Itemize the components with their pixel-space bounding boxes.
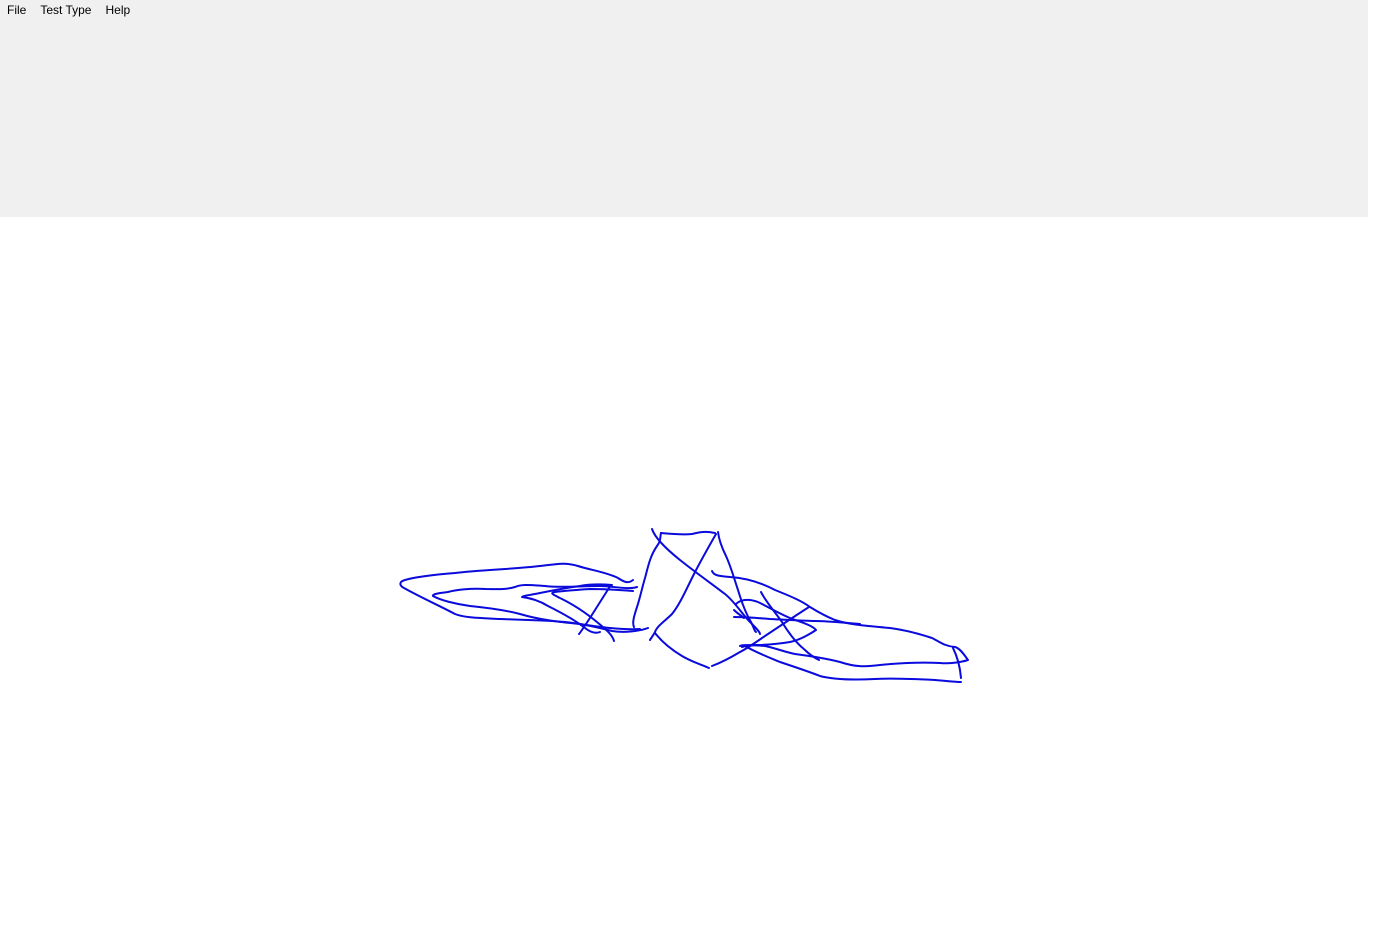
sketch-stroke bbox=[744, 645, 962, 683]
sketch-stroke bbox=[711, 606, 810, 667]
sketch-drawing bbox=[399, 528, 969, 683]
sketch-stroke bbox=[660, 530, 716, 536]
sketch-stroke bbox=[431, 584, 641, 631]
sketch-stroke bbox=[632, 532, 662, 628]
sketch-stroke bbox=[711, 570, 969, 668]
sketch-stroke bbox=[649, 533, 717, 641]
drawing-canvas[interactable] bbox=[0, 217, 1381, 925]
app-window: File Test Type Help bbox=[0, 0, 1381, 925]
sketch-stroke bbox=[654, 632, 710, 669]
sketch-stroke bbox=[735, 598, 817, 647]
